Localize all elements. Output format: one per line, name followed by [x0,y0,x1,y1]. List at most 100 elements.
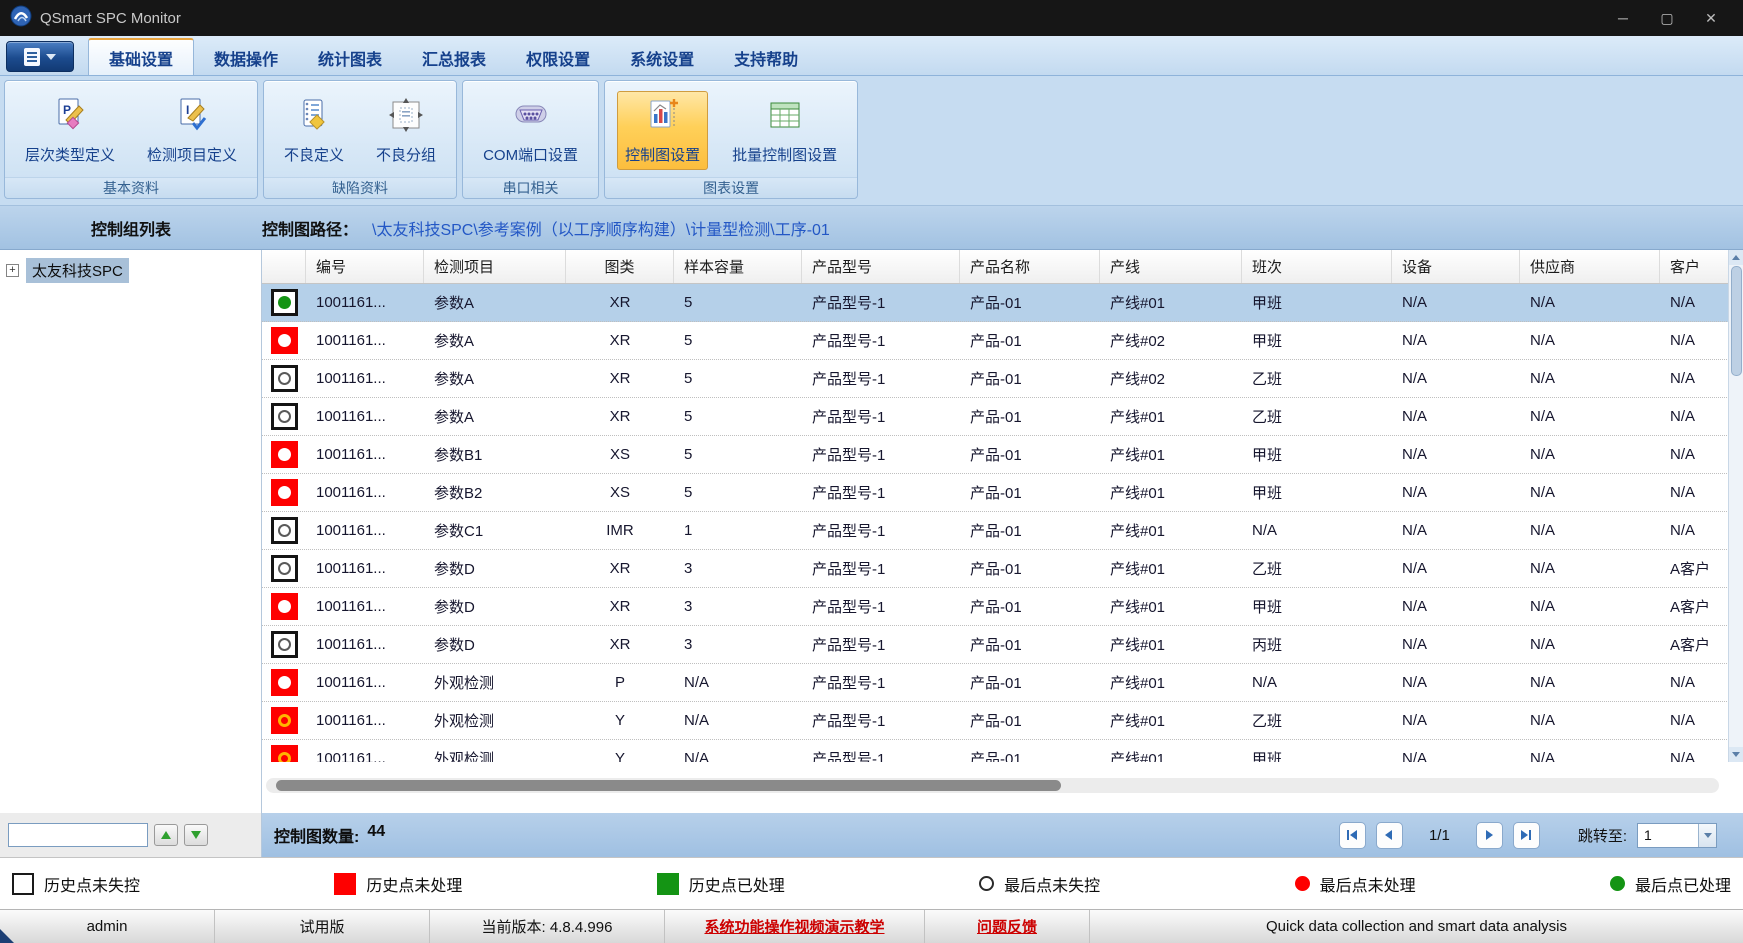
column-header-item[interactable]: 检测项目 [424,250,566,283]
column-header-status[interactable] [262,250,306,283]
close-button[interactable]: ✕ [1689,0,1733,36]
status-cell [262,588,306,625]
defect-define-button[interactable]: 不良定义 [276,91,352,170]
tree-node-root[interactable]: + 太友科技SPC [6,258,255,283]
status-cell [262,474,306,511]
white-hollow-status-icon [271,403,298,430]
vertical-scrollbar-thumb[interactable] [1731,266,1742,376]
cell-line: 产线#01 [1100,550,1242,587]
cell-chart_type: XR [566,550,674,587]
horizontal-scrollbar-thumb[interactable] [276,780,1061,791]
column-header-supplier[interactable]: 供应商 [1520,250,1660,283]
status-cell [262,626,306,663]
legend-item: 最后点已处理 [1610,872,1731,896]
tree-expander-icon[interactable]: + [6,264,19,277]
table-row[interactable]: 1001161...参数AXR5产品型号-1产品-01产线#02乙班N/AN/A… [262,360,1743,398]
table-row[interactable]: 1001161...外观检测YN/A产品型号-1产品-01产线#01甲班N/AN… [262,740,1743,762]
table-row[interactable]: 1001161...参数B2XS5产品型号-1产品-01产线#01甲班N/AN/… [262,474,1743,512]
tree-node-label[interactable]: 太友科技SPC [26,258,129,283]
com-port-button[interactable]: COM端口设置 [475,91,586,170]
batch-control-chart-icon [766,96,804,139]
table-row[interactable]: 1001161...参数AXR5产品型号-1产品-01产线#01乙班N/AN/A… [262,398,1743,436]
cell-device: N/A [1392,702,1520,739]
feedback-link[interactable]: 问题反馈 [977,916,1037,937]
cell-item: 参数A [424,322,566,359]
jump-to-select[interactable]: 1 [1637,823,1717,848]
batch-control-chart-button[interactable]: 批量控制图设置 [724,91,845,170]
column-header-product[interactable]: 产品名称 [960,250,1100,283]
tab-2[interactable]: 数据操作 [194,41,298,75]
cell-shift: 甲班 [1242,474,1392,511]
table-row[interactable]: 1001161...外观检测PN/A产品型号-1产品-01产线#01N/AN/A… [262,664,1743,702]
tab-6[interactable]: 系统设置 [610,41,714,75]
table-row[interactable]: 1001161...参数B1XS5产品型号-1产品-01产线#01甲班N/AN/… [262,436,1743,474]
cell-sample_size: N/A [674,740,802,762]
table-row[interactable]: 1001161...参数DXR3产品型号-1产品-01产线#01乙班N/AN/A… [262,550,1743,588]
defect-group-icon [387,96,425,139]
table-row[interactable]: 1001161...参数DXR3产品型号-1产品-01产线#01甲班N/AN/A… [262,588,1743,626]
tab-5[interactable]: 权限设置 [506,41,610,75]
cell-shift: 乙班 [1242,398,1392,435]
red-white-dot-status-icon [271,669,298,696]
column-header-shift[interactable]: 班次 [1242,250,1392,283]
column-header-chart_type[interactable]: 图类 [566,250,674,283]
red-white-dot-status-icon [271,441,298,468]
cell-supplier: N/A [1520,702,1660,739]
chevron-down-icon[interactable] [1698,824,1716,847]
status-cell [262,322,306,359]
first-page-button[interactable] [1339,822,1366,849]
cell-product: 产品-01 [960,626,1100,663]
maximize-button[interactable]: ▢ [1645,0,1689,36]
column-header-device[interactable]: 设备 [1392,250,1520,283]
ribbon-tab-bar: 基础设置数据操作统计图表汇总报表权限设置系统设置支持帮助 [0,36,1743,76]
tab-3[interactable]: 统计图表 [298,41,402,75]
tree-search-input[interactable] [8,823,148,847]
status-cell [262,436,306,473]
search-down-button[interactable] [184,824,208,846]
hierarchy-define-button[interactable]: P层次类型定义 [17,91,123,170]
tab-4[interactable]: 汇总报表 [402,41,506,75]
inspection-item-define-icon: I [173,96,211,139]
scroll-down-icon[interactable] [1729,747,1743,762]
last-page-button[interactable] [1513,822,1540,849]
cell-chart_type: XR [566,626,674,663]
cell-product: 产品-01 [960,360,1100,397]
table-row[interactable]: 1001161...参数C1IMR1产品型号-1产品-01产线#01N/AN/A… [262,512,1743,550]
cell-no: 1001161... [306,702,424,739]
column-header-sample_size[interactable]: 样本容量 [674,250,802,283]
logged-in-user: admin [0,910,215,943]
table-row[interactable]: 1001161...参数DXR3产品型号-1产品-01产线#01丙班N/AN/A… [262,626,1743,664]
cell-chart_type: IMR [566,512,674,549]
square-red-legend-icon [334,873,356,895]
next-page-button[interactable] [1476,822,1503,849]
cell-shift: 乙班 [1242,550,1392,587]
column-header-no[interactable]: 编号 [306,250,424,283]
inspection-item-define-button[interactable]: I检测项目定义 [139,91,245,170]
horizontal-scrollbar[interactable] [266,778,1719,793]
tab-1[interactable]: 基础设置 [88,38,194,75]
cell-chart_type: XS [566,436,674,473]
scroll-up-icon[interactable] [1729,250,1743,265]
cell-product: 产品-01 [960,664,1100,701]
tab-strip: 基础设置数据操作统计图表汇总报表权限设置系统设置支持帮助 [88,38,818,75]
table-row[interactable]: 1001161...参数AXR5产品型号-1产品-01产线#01甲班N/AN/A… [262,284,1743,322]
cell-no: 1001161... [306,740,424,762]
vertical-scrollbar[interactable] [1728,250,1743,762]
tab-7[interactable]: 支持帮助 [714,41,818,75]
column-header-model[interactable]: 产品型号 [802,250,960,283]
column-header-line[interactable]: 产线 [1100,250,1242,283]
app-menu-button[interactable] [6,41,74,72]
previous-page-button[interactable] [1376,822,1403,849]
red-white-dot-status-icon [271,479,298,506]
tutorial-link[interactable]: 系统功能操作视频演示教学 [704,916,884,937]
control-chart-icon [644,96,682,139]
cell-supplier: N/A [1520,398,1660,435]
cell-chart_type: P [566,664,674,701]
defect-group-button[interactable]: 不良分组 [368,91,444,170]
table-row[interactable]: 1001161...外观检测YN/A产品型号-1产品-01产线#01乙班N/AN… [262,702,1743,740]
table-row[interactable]: 1001161...参数AXR5产品型号-1产品-01产线#02甲班N/AN/A… [262,322,1743,360]
control-chart-button[interactable]: 控制图设置 [617,91,708,170]
minimize-button[interactable]: ─ [1601,0,1645,36]
chart-path-value: \太友科技SPC\参考案例（以工序顺序构建）\计量型检测\工序-01 [372,216,830,240]
search-up-button[interactable] [154,824,178,846]
